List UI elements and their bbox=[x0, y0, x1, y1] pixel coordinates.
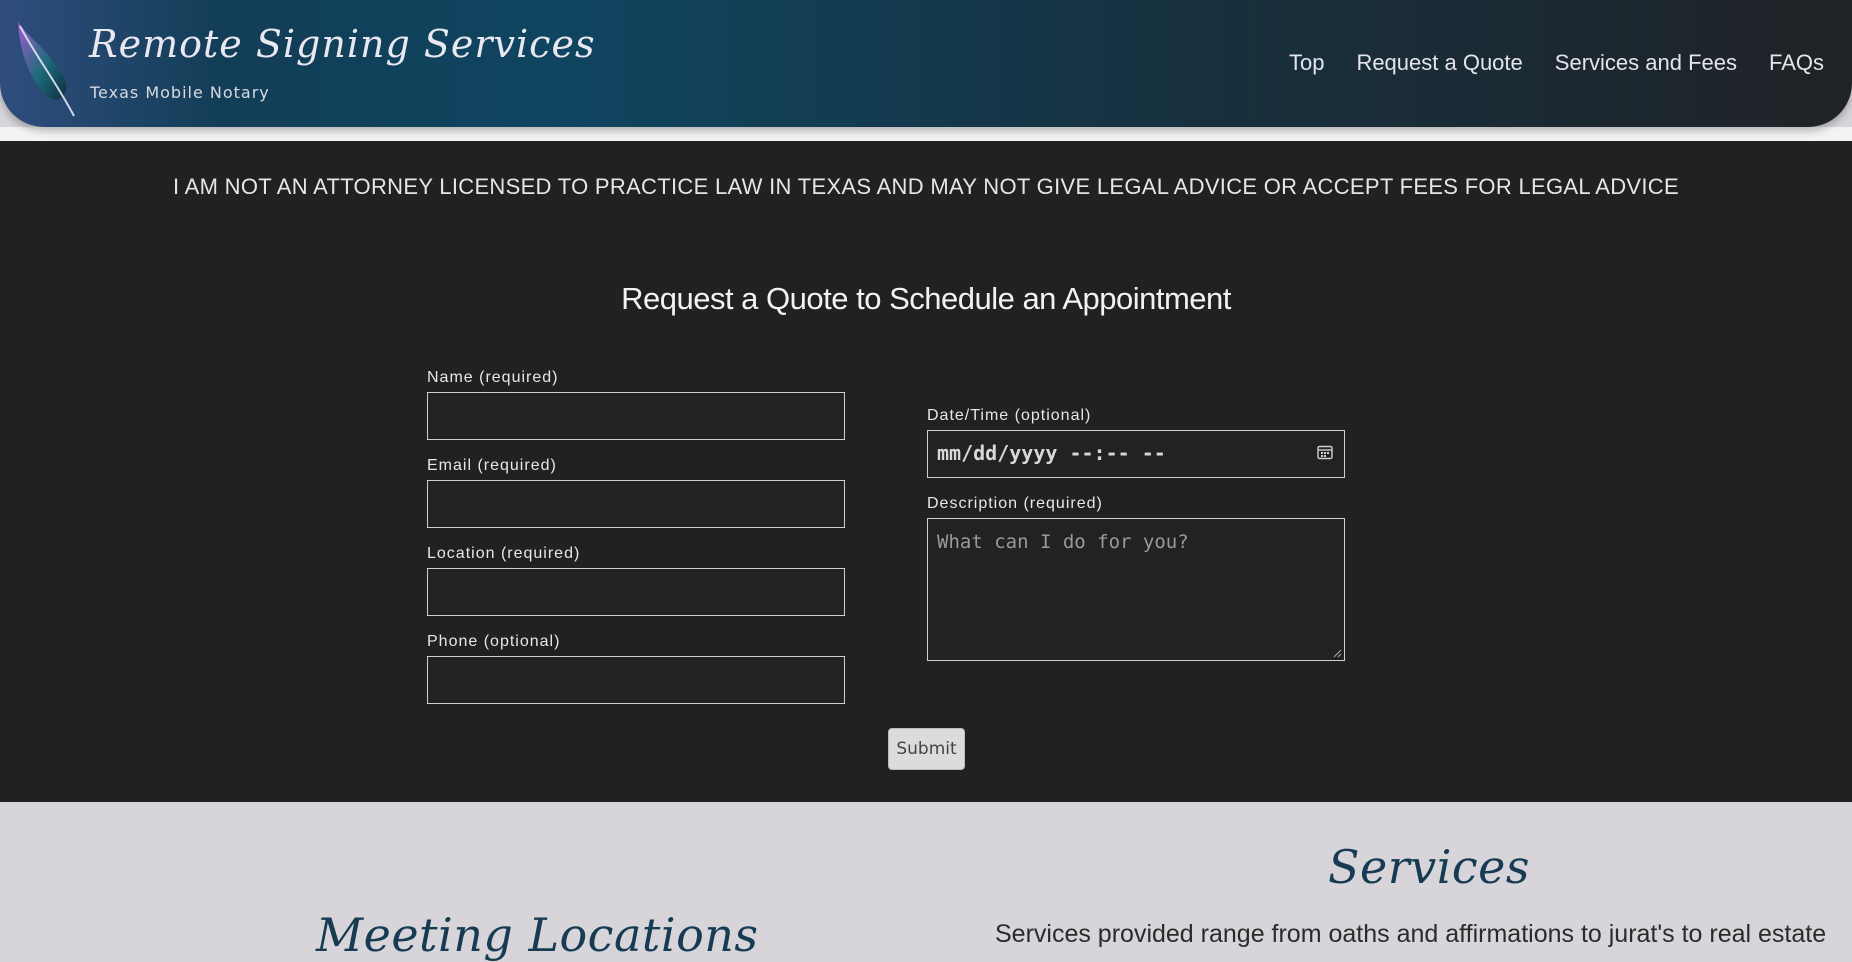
location-label: Location (required) bbox=[427, 545, 581, 562]
quote-section: I AM NOT AN ATTORNEY LICENSED TO PRACTIC… bbox=[0, 141, 1852, 802]
name-label: Name (required) bbox=[427, 369, 559, 386]
nav-request-quote[interactable]: Request a Quote bbox=[1356, 50, 1522, 76]
datetime-input[interactable]: mm/dd/yyyy --:-- -- bbox=[927, 430, 1345, 478]
datetime-value: mm/dd/yyyy --:-- -- bbox=[937, 441, 1166, 465]
submit-button[interactable]: Submit bbox=[888, 728, 965, 770]
brand-subtitle: Texas Mobile Notary bbox=[90, 83, 270, 102]
email-input[interactable] bbox=[427, 480, 845, 528]
phone-label: Phone (optional) bbox=[427, 633, 561, 650]
main-nav: Top Request a Quote Services and Fees FA… bbox=[1289, 50, 1824, 76]
description-label: Description (required) bbox=[927, 495, 1103, 512]
calendar-icon[interactable] bbox=[1317, 444, 1333, 460]
meeting-locations-heading: Meeting Locations bbox=[316, 908, 759, 962]
nav-top[interactable]: Top bbox=[1289, 50, 1324, 76]
phone-input[interactable] bbox=[427, 656, 845, 704]
resize-grip-icon[interactable] bbox=[1332, 648, 1342, 658]
nav-services-fees[interactable]: Services and Fees bbox=[1555, 50, 1737, 76]
description-placeholder: What can I do for you? bbox=[937, 531, 1189, 553]
description-textarea[interactable]: What can I do for you? bbox=[927, 518, 1345, 661]
header-gap bbox=[0, 127, 1852, 141]
services-description: Services provided range from oaths and a… bbox=[995, 920, 1827, 948]
brand-title[interactable]: Remote Signing Services bbox=[89, 22, 595, 66]
location-input[interactable] bbox=[427, 568, 845, 616]
email-label: Email (required) bbox=[427, 457, 557, 474]
services-heading: Services bbox=[1328, 840, 1531, 894]
site-header: Remote Signing Services Texas Mobile Not… bbox=[0, 0, 1852, 127]
form-title: Request a Quote to Schedule an Appointme… bbox=[621, 281, 1231, 316]
name-input[interactable] bbox=[427, 392, 845, 440]
legal-disclaimer: I AM NOT AN ATTORNEY LICENSED TO PRACTIC… bbox=[173, 174, 1679, 199]
datetime-label: Date/Time (optional) bbox=[927, 407, 1092, 424]
nav-faqs[interactable]: FAQs bbox=[1769, 50, 1824, 76]
feather-icon bbox=[18, 22, 75, 117]
